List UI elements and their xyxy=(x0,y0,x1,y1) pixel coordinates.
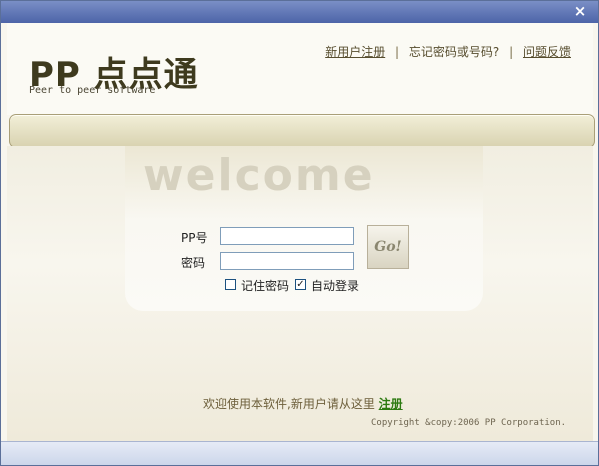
link-separator: | xyxy=(395,45,400,59)
welcome-message-text: 欢迎使用本软件,新用户请从这里 xyxy=(203,397,375,411)
feedback-link[interactable]: 问题反馈 xyxy=(523,45,571,59)
new-user-register-link[interactable]: 新用户注册 xyxy=(325,45,385,59)
password-input[interactable] xyxy=(220,252,354,270)
welcome-message: 欢迎使用本软件,新用户请从这里 注册 xyxy=(203,395,403,412)
go-button[interactable]: Go! xyxy=(367,225,409,269)
pp-number-label: PP号 xyxy=(181,231,208,245)
login-panel: welcome PP号 密码 Go! 记住密码 ✓ 自动登录 xyxy=(125,146,483,311)
logo-tagline: Peer to peer software xyxy=(29,85,156,96)
auto-login-label: 自动登录 xyxy=(311,279,360,293)
bottom-strip xyxy=(1,441,598,465)
welcome-watermark: welcome xyxy=(143,150,375,201)
login-window: × PP 点点通 Peer to peer software 新用户注册 | 忘… xyxy=(0,0,599,466)
password-label: 密码 xyxy=(181,256,206,270)
link-separator: | xyxy=(509,45,514,59)
register-link[interactable]: 注册 xyxy=(379,397,403,411)
remember-password-checkbox[interactable] xyxy=(225,279,236,290)
remember-password-label: 记住密码 xyxy=(241,279,290,293)
auto-login-checkbox[interactable]: ✓ xyxy=(295,279,306,290)
pp-number-input[interactable] xyxy=(220,227,354,245)
copyright-text: Copyright &copy:2006 PP Corporation. xyxy=(371,418,567,428)
main-area: welcome PP号 密码 Go! 记住密码 ✓ 自动登录 欢迎使用本软件,新… xyxy=(7,146,593,441)
close-icon[interactable]: × xyxy=(572,3,588,19)
title-bar: × xyxy=(1,1,598,23)
top-links: 新用户注册 | 忘记密码或号码? | 问题反馈 xyxy=(325,43,571,60)
header: PP 点点通 Peer to peer software 新用户注册 | 忘记密… xyxy=(7,23,593,115)
header-band xyxy=(9,114,595,148)
forgot-password-link[interactable]: 忘记密码或号码? xyxy=(409,45,499,59)
